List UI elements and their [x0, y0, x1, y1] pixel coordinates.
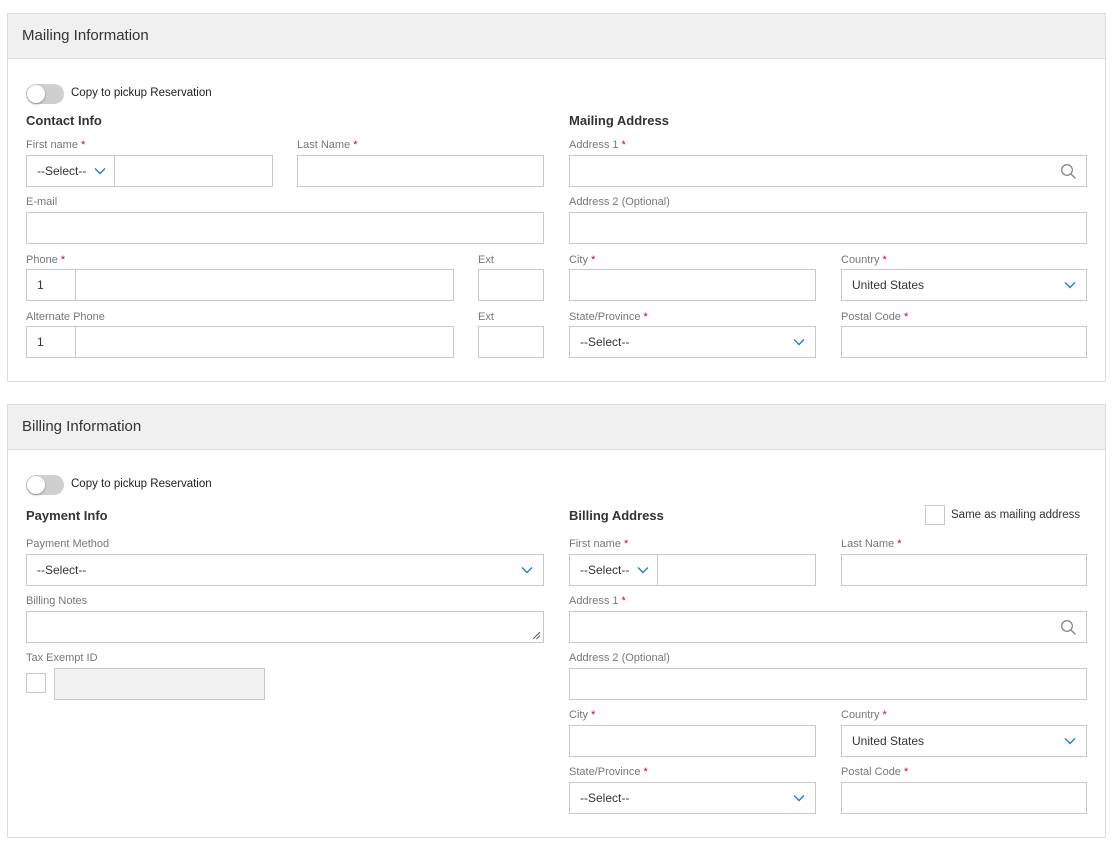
tax-exempt-label: Tax Exempt ID — [26, 652, 98, 664]
billing-country-label: Country * — [841, 709, 887, 721]
billing-country-select[interactable]: United States — [841, 725, 1087, 757]
same-as-mailing-checkbox[interactable] — [925, 505, 945, 525]
alt-phone-ext-field[interactable] — [478, 326, 544, 358]
phone-ext-field[interactable] — [478, 269, 544, 301]
billing-information-panel: Billing Information Copy to pickup Reser… — [7, 404, 1106, 838]
copy-to-pickup-label: Copy to pickup Reservation — [71, 87, 212, 99]
chevron-down-icon — [1064, 282, 1076, 289]
billing-last-name-field[interactable] — [841, 554, 1087, 586]
alt-phone-field[interactable]: 1 — [26, 326, 454, 358]
billing-copy-to-pickup-toggle[interactable] — [26, 475, 64, 495]
alt-ext-label: Ext — [478, 311, 494, 323]
toggle-knob — [27, 85, 45, 103]
search-icon[interactable] — [1060, 619, 1077, 636]
billing-state-label: State/Province * — [569, 766, 648, 778]
address1-field[interactable] — [569, 155, 1087, 187]
billing-address2-label: Address 2 (Optional) — [569, 652, 670, 664]
tax-exempt-id-field[interactable] — [54, 668, 265, 700]
same-as-mailing-label: Same as mailing address — [951, 509, 1081, 521]
chevron-down-icon — [793, 795, 805, 802]
billing-postal-code-field[interactable] — [841, 782, 1087, 814]
alt-phone-country-code[interactable]: 1 — [27, 327, 76, 357]
first-name-field[interactable]: --Select-- — [26, 155, 273, 187]
country-label: Country * — [841, 254, 887, 266]
tax-exempt-checkbox[interactable] — [26, 673, 46, 693]
payment-method-label: Payment Method — [26, 538, 110, 550]
postal-code-field[interactable] — [841, 326, 1087, 358]
postal-code-label: Postal Code * — [841, 311, 909, 323]
search-icon[interactable] — [1060, 163, 1077, 180]
mailing-information-panel: Mailing Information Copy to pickup Reser… — [7, 13, 1106, 382]
last-name-label: Last Name * — [297, 139, 358, 151]
billing-notes-label: Billing Notes — [26, 595, 88, 607]
billing-state-select[interactable]: --Select-- — [569, 782, 816, 814]
phone-country-code[interactable]: 1 — [27, 270, 76, 300]
billing-first-name-label: First name * — [569, 538, 629, 550]
phone-field[interactable]: 1 — [26, 269, 454, 301]
last-name-field[interactable] — [297, 155, 544, 187]
country-select[interactable]: United States — [841, 269, 1087, 301]
mailing-address-title: Mailing Address — [569, 113, 669, 128]
toggle-knob — [27, 476, 45, 494]
copy-to-pickup-toggle[interactable] — [26, 84, 64, 104]
billing-notes-textarea[interactable] — [26, 611, 544, 643]
contact-info-title: Contact Info — [26, 113, 102, 128]
email-field[interactable] — [26, 212, 544, 244]
alt-phone-label: Alternate Phone — [26, 311, 105, 323]
first-name-label: First name * — [26, 139, 86, 151]
chevron-down-icon — [521, 567, 533, 574]
billing-city-field[interactable] — [569, 725, 816, 757]
city-field[interactable] — [569, 269, 816, 301]
billing-address2-field[interactable] — [569, 668, 1087, 700]
city-label: City * — [569, 254, 596, 266]
address1-label: Address 1 * — [569, 139, 626, 151]
chevron-down-icon — [1064, 738, 1076, 745]
phone-label: Phone * — [26, 254, 66, 266]
payment-method-select[interactable]: --Select-- — [26, 554, 544, 586]
billing-last-name-label: Last Name * — [841, 538, 902, 550]
billing-information-header: Billing Information — [8, 405, 1105, 450]
resize-handle-icon[interactable] — [532, 631, 541, 640]
billing-city-label: City * — [569, 709, 596, 721]
email-label: E-mail — [26, 196, 58, 208]
billing-address-title: Billing Address — [569, 508, 664, 523]
payment-info-title: Payment Info — [26, 508, 108, 523]
name-prefix-select[interactable]: --Select-- — [27, 156, 115, 186]
billing-address1-field[interactable] — [569, 611, 1087, 643]
address2-field[interactable] — [569, 212, 1087, 244]
state-label: State/Province * — [569, 311, 648, 323]
chevron-down-icon — [637, 567, 649, 574]
billing-address1-label: Address 1 * — [569, 595, 626, 607]
address2-label: Address 2 (Optional) — [569, 196, 670, 208]
state-select[interactable]: --Select-- — [569, 326, 816, 358]
chevron-down-icon — [793, 339, 805, 346]
mailing-information-header: Mailing Information — [8, 14, 1105, 59]
ext-label: Ext — [478, 254, 494, 266]
billing-copy-to-pickup-label: Copy to pickup Reservation — [71, 478, 212, 490]
chevron-down-icon — [94, 168, 106, 175]
billing-first-name-field[interactable]: --Select-- — [569, 554, 816, 586]
billing-postal-code-label: Postal Code * — [841, 766, 909, 778]
billing-name-prefix-select[interactable]: --Select-- — [570, 555, 658, 585]
